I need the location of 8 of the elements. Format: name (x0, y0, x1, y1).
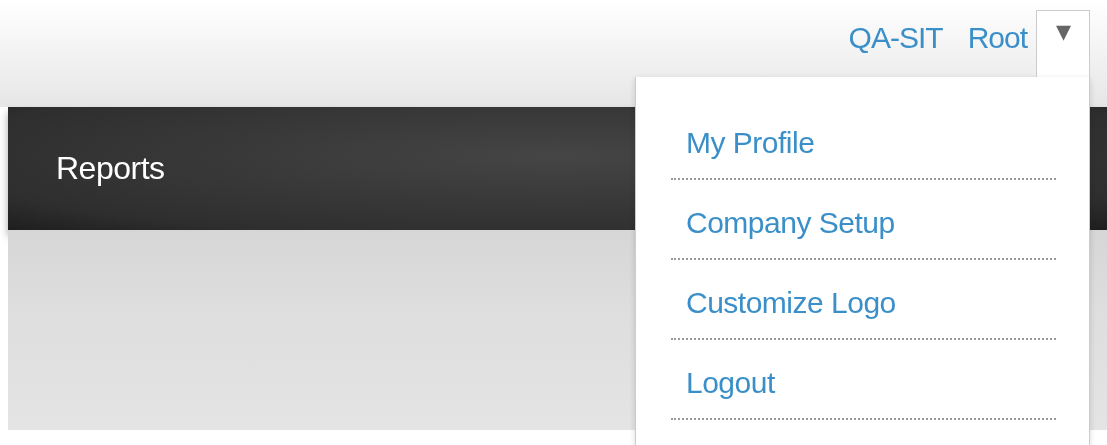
menu-item[interactable]: Company Setup (671, 201, 1056, 260)
page-title: Reports (56, 150, 165, 187)
menu-item[interactable]: My Profile (671, 121, 1056, 180)
user-menu-toggle[interactable]: ▾ (1036, 10, 1090, 78)
environment-link[interactable]: QA-SIT (848, 19, 943, 57)
menu-item[interactable]: Customize Logo (671, 281, 1056, 340)
menu-item[interactable]: Logout (671, 361, 1056, 420)
user-name-link[interactable]: Root (967, 19, 1027, 57)
